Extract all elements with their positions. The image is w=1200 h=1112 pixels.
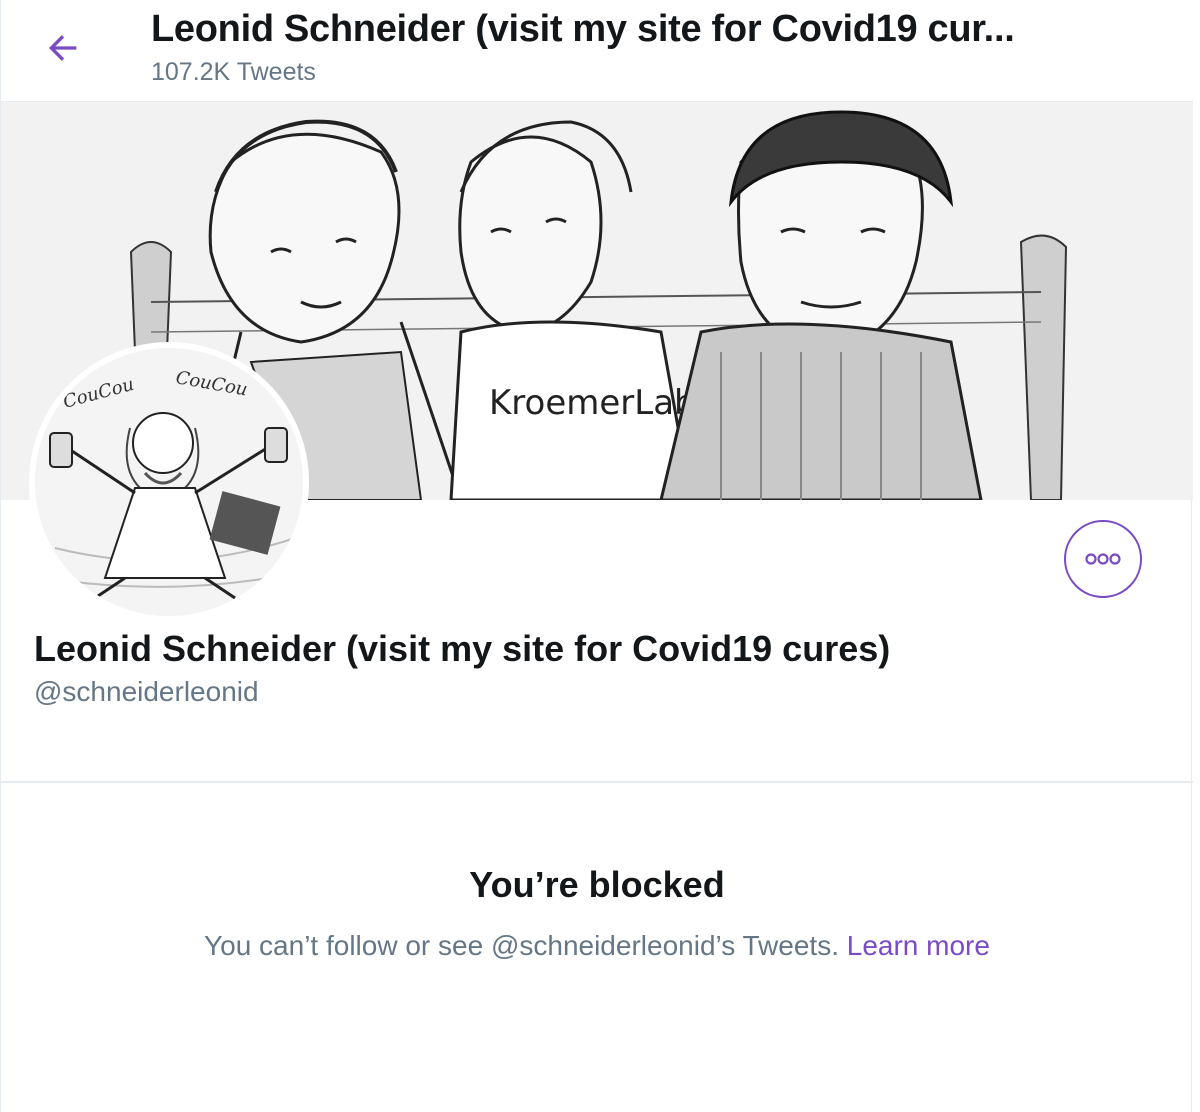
header-title: Leonid Schneider (visit my site for Covi… — [151, 8, 1015, 50]
back-button[interactable] — [37, 22, 89, 74]
profile-display-name: Leonid Schneider (visit my site for Covi… — [34, 628, 891, 669]
blocked-title: You’re blocked — [469, 864, 725, 905]
blocked-message-text: You can’t follow or see @schneiderleonid… — [204, 930, 839, 961]
blocked-message: You can’t follow or see @schneiderleonid… — [1, 930, 1193, 962]
profile-page: Leonid Schneider (visit my site for Covi… — [0, 0, 1193, 1112]
banner-shirt-text: KroemerLab — [489, 383, 696, 423]
avatar-illustration: CouCou CouCou — [35, 348, 303, 616]
more-horizontal-icon — [1085, 553, 1121, 565]
more-options-button[interactable] — [1064, 520, 1142, 598]
section-divider — [1, 781, 1193, 783]
tweet-count: 107.2K Tweets — [151, 58, 316, 86]
arrow-left-icon — [49, 35, 77, 61]
profile-handle: @schneiderleonid — [34, 676, 259, 707]
profile-avatar[interactable]: CouCou CouCou — [29, 342, 309, 622]
profile-header: Leonid Schneider (visit my site for Covi… — [1, 0, 1193, 102]
learn-more-link[interactable]: Learn more — [847, 930, 990, 961]
